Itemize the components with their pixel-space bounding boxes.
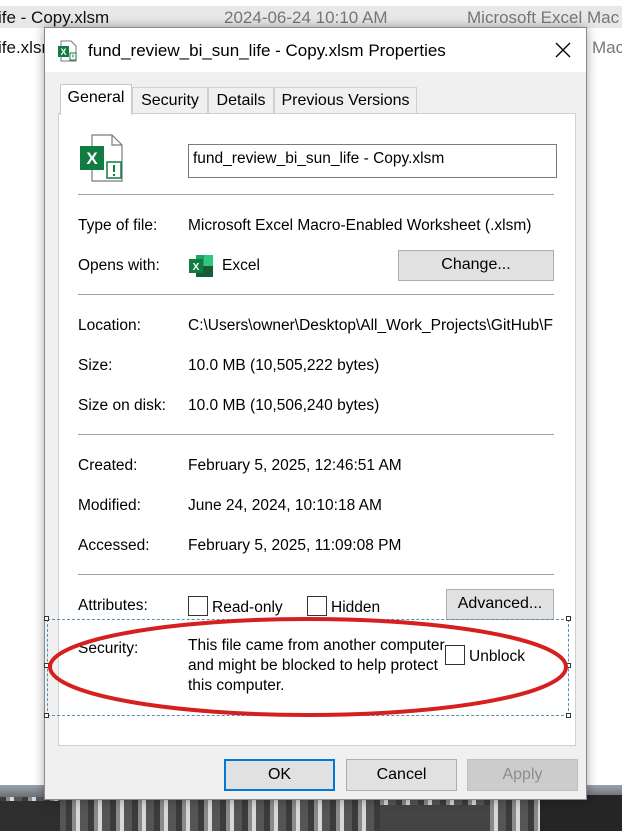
opens-with-value: Excel [222,257,260,274]
background-file-name: ife - Copy.xlsm [0,8,110,27]
location-value: C:\Users\owner\Desktop\All_Work_Projects… [188,317,553,334]
opens-with-label: Opens with: [78,257,160,274]
red-annotation-ellipse [48,617,568,717]
size-on-disk-label: Size on disk: [78,397,166,414]
modified-value: June 24, 2024, 10:10:18 AM [188,497,382,514]
background-file-type: Microsoft Excel Mac [467,8,620,27]
size-value: 10.0 MB (10,505,222 bytes) [188,357,380,374]
excel-file-icon: X [58,40,77,62]
type-label: Type of file: [78,217,158,234]
svg-text:X: X [60,47,66,57]
cancel-button[interactable]: Cancel [346,759,457,791]
svg-text:X: X [193,262,200,273]
filename-field[interactable]: fund_review_bi_sun_life - Copy.xlsm [188,144,557,178]
hidden-checkbox[interactable] [307,596,327,616]
tab-general[interactable]: General [60,84,132,115]
readonly-checkbox[interactable] [188,596,208,616]
accessed-label: Accessed: [78,537,150,554]
attributes-label: Attributes: [78,597,148,614]
accessed-value: February 5, 2025, 11:09:08 PM [188,537,402,554]
tab-previous-versions[interactable]: Previous Versions [274,87,417,114]
title-bar[interactable]: X fund_review_bi_sun_life - Copy.xlsm Pr… [45,28,586,72]
ok-button[interactable]: OK [224,759,335,791]
tab-details[interactable]: Details [208,87,274,114]
divider [78,294,554,295]
divider [78,434,554,435]
location-label: Location: [78,317,141,334]
excel-app-icon: X [189,255,213,277]
svg-text:X: X [86,149,98,168]
properties-dialog: X fund_review_bi_sun_life - Copy.xlsm Pr… [44,27,587,800]
tab-security[interactable]: Security [132,87,208,114]
size-label: Size: [78,357,113,374]
divider [78,194,554,195]
excel-file-icon: X [80,134,123,182]
dialog-title: fund_review_bi_sun_life - Copy.xlsm Prop… [88,41,446,60]
general-panel: X fund_review_bi_sun_life - Copy.xlsm Ty… [44,113,576,746]
background-file-row: ife - Copy.xlsm 2024-06-24 10:10 AM Micr… [0,6,622,28]
created-value: February 5, 2025, 12:46:51 AM [188,457,402,474]
change-button[interactable]: Change... [398,250,554,281]
divider [78,574,554,575]
size-on-disk-value: 10.0 MB (10,506,240 bytes) [188,397,380,414]
type-value: Microsoft Excel Macro-Enabled Worksheet … [188,217,532,234]
created-label: Created: [78,457,138,474]
modified-label: Modified: [78,497,141,514]
apply-button[interactable]: Apply [467,759,578,791]
background-file-date: 2024-06-24 10:10 AM [224,8,388,27]
close-button[interactable] [540,28,586,72]
background-file-type: Mac [592,38,622,57]
close-icon [555,42,571,58]
